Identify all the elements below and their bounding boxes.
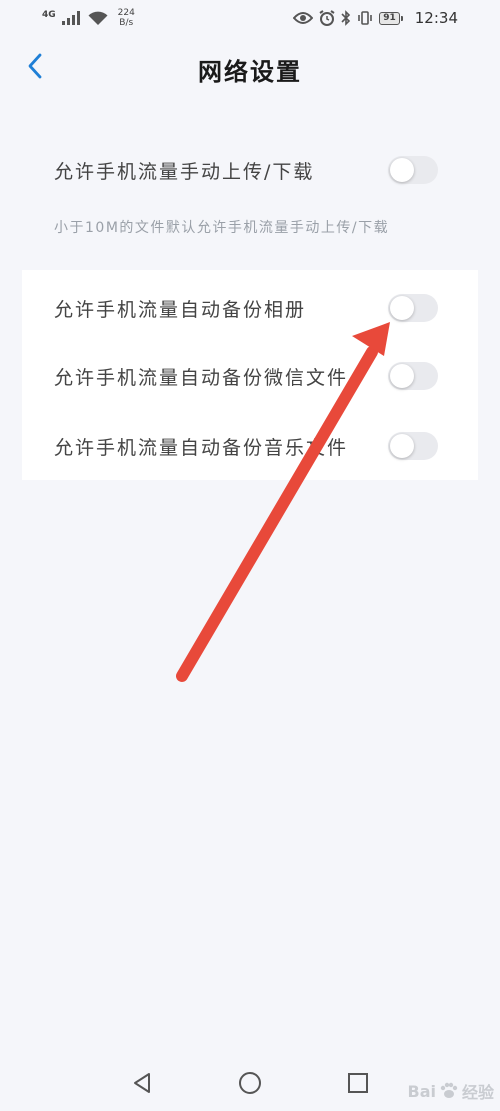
- battery-level: 91: [379, 11, 400, 25]
- toggle-knob: [390, 296, 414, 320]
- signal-icon: [61, 11, 80, 25]
- system-nav-bar: Bai 经验: [0, 1055, 500, 1111]
- toggle-backup-music[interactable]: [388, 432, 438, 460]
- alarm-icon: [319, 10, 335, 26]
- paw-icon: [440, 1082, 458, 1098]
- setting-label-backup-music: 允许手机流量自动备份音乐文件: [54, 436, 349, 459]
- setting-hint-manual-transfer: 小于10M的文件默认允许手机流量手动上传/下载: [54, 220, 390, 236]
- triangle-back-icon: [134, 1073, 150, 1093]
- nav-recents-button[interactable]: [344, 1069, 372, 1097]
- circle-home-icon: [239, 1072, 261, 1094]
- watermark-text: Bai: [407, 1081, 436, 1101]
- setting-label-backup-wechat: 允许手机流量自动备份微信文件: [54, 366, 349, 389]
- setting-label-manual-transfer: 允许手机流量手动上传/下载: [54, 160, 315, 183]
- toggle-knob: [390, 158, 414, 182]
- status-bar: 4G 224 B/s 91 12:34: [0, 0, 500, 36]
- network-type: 4G: [42, 9, 56, 20]
- clock: 12:34: [414, 9, 458, 27]
- setting-label-backup-album: 允许手机流量自动备份相册: [54, 298, 307, 321]
- nav-header: 网络设置: [0, 36, 500, 100]
- watermark: Bai 经验: [408, 1079, 495, 1103]
- auto-backup-card: 允许手机流量自动备份相册 允许手机流量自动备份微信文件 允许手机流量自动备份音乐…: [22, 270, 478, 480]
- toggle-knob: [390, 364, 414, 388]
- network-speed: 224 B/s: [118, 8, 135, 28]
- status-left: 4G 224 B/s: [42, 8, 135, 28]
- setting-row-backup-music[interactable]: 允许手机流量自动备份音乐文件: [22, 424, 478, 468]
- wifi-icon: [88, 11, 108, 25]
- status-right: 91 12:34: [293, 9, 458, 27]
- toggle-backup-album[interactable]: [388, 294, 438, 322]
- toggle-knob: [390, 434, 414, 458]
- page-title: 网络设置: [198, 58, 302, 86]
- speed-unit: B/s: [119, 18, 134, 28]
- battery-cap: [400, 15, 403, 21]
- toggle-manual-transfer[interactable]: [388, 156, 438, 184]
- setting-row-backup-album[interactable]: 允许手机流量自动备份相册: [22, 286, 478, 330]
- eye-icon: [293, 12, 314, 24]
- square-recents-icon: [348, 1073, 368, 1093]
- nav-back-button[interactable]: [128, 1069, 156, 1097]
- setting-row-manual-transfer[interactable]: 允许手机流量手动上传/下载: [22, 148, 478, 192]
- setting-row-backup-wechat[interactable]: 允许手机流量自动备份微信文件: [22, 354, 478, 398]
- watermark-text2: 经验: [461, 1083, 494, 1102]
- toggle-backup-wechat[interactable]: [388, 362, 438, 390]
- vibrate-icon: [358, 11, 373, 25]
- speed-value: 224: [117, 8, 135, 18]
- battery-indicator: 91: [379, 11, 403, 25]
- bluetooth-icon: [341, 10, 351, 26]
- nav-home-button[interactable]: [236, 1069, 264, 1097]
